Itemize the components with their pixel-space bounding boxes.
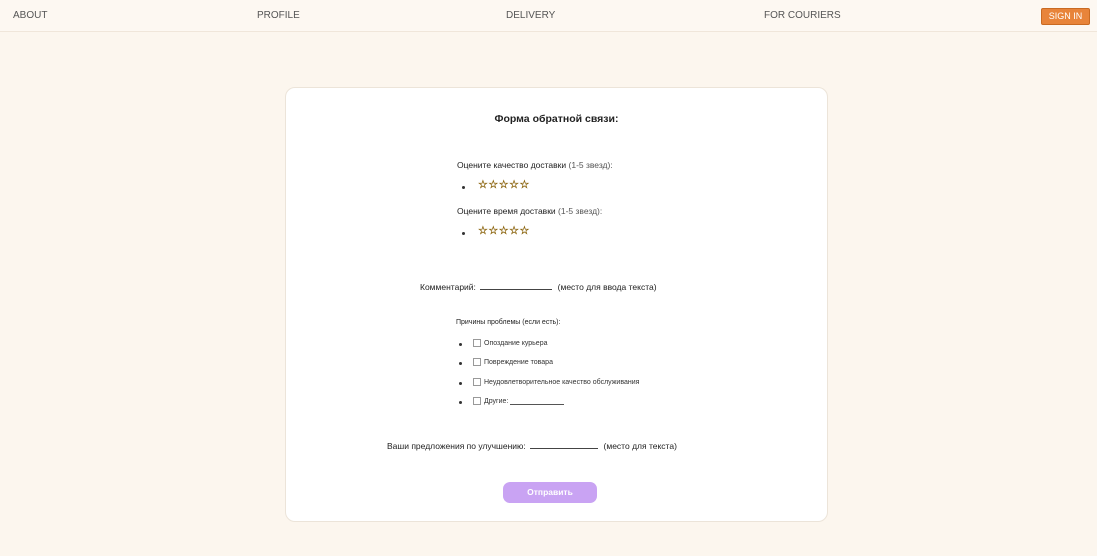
bullet-icon xyxy=(459,401,462,404)
reason-courier-late: Опоздание курьера xyxy=(473,339,547,347)
suggestions-hint: (место для текста) xyxy=(603,441,677,451)
nav-profile-link[interactable]: PROFILE xyxy=(257,10,300,21)
suggestions-input[interactable] xyxy=(530,441,599,449)
bullet-icon xyxy=(462,186,465,189)
time-rating-question: Оцените время доставки xyxy=(457,206,556,216)
reason-other-checkbox[interactable] xyxy=(473,397,481,405)
suggestions-label: Ваши предложения по улучшению: xyxy=(387,441,526,451)
reason-other: Другие: xyxy=(473,397,565,405)
reason-poor-service: Неудовлетворительное качество обслуживан… xyxy=(473,378,639,386)
reason-other-input[interactable] xyxy=(510,398,565,405)
quality-rating-question: Оцените качество доставки xyxy=(457,160,567,170)
reason-courier-late-checkbox[interactable] xyxy=(473,339,481,347)
quality-rating-label: Оцените качество доставки (1-5 звезд): xyxy=(457,160,613,170)
problem-reasons-title: Причины проблемы (если есть): xyxy=(456,319,561,326)
top-navigation: ABOUT PROFILE DELIVERY FOR COURIERS SIGN… xyxy=(0,0,1097,32)
time-rating-hint: (1-5 звезд): xyxy=(558,206,603,216)
quality-star-rating[interactable]: ☆☆☆☆☆ xyxy=(478,178,530,191)
form-title: Форма обратной связи: xyxy=(494,113,619,125)
time-rating-label: Оцените время доставки (1-5 звезд): xyxy=(457,206,602,216)
bullet-icon xyxy=(462,232,465,235)
time-star-rating[interactable]: ☆☆☆☆☆ xyxy=(478,224,530,237)
comment-hint: (место для ввода текста) xyxy=(557,282,657,292)
nav-about-link[interactable]: ABOUT xyxy=(13,10,47,21)
reason-label: Повреждение товара xyxy=(484,358,553,366)
comment-field: Комментарий: (место для ввода текста) xyxy=(420,282,657,292)
reason-label: Другие: xyxy=(484,397,509,405)
reason-damage-checkbox[interactable] xyxy=(473,358,481,366)
reason-damage: Повреждение товара xyxy=(473,358,553,366)
comment-input[interactable] xyxy=(480,282,553,290)
bullet-icon xyxy=(459,382,462,385)
reason-label: Опоздание курьера xyxy=(484,339,548,347)
sign-in-button[interactable]: SIGN IN xyxy=(1041,8,1090,25)
comment-label: Комментарий: xyxy=(420,282,476,292)
nav-delivery-link[interactable]: DELIVERY xyxy=(506,10,555,21)
reason-poor-service-checkbox[interactable] xyxy=(473,378,481,386)
submit-button[interactable]: Отправить xyxy=(503,482,597,503)
quality-rating-hint: (1-5 звезд): xyxy=(568,160,613,170)
nav-for-couriers-link[interactable]: FOR COURIERS xyxy=(764,10,841,21)
feedback-form-card: Форма обратной связи: Оцените качество д… xyxy=(285,87,828,522)
reason-label: Неудовлетворительное качество обслуживан… xyxy=(484,378,640,386)
bullet-icon xyxy=(459,362,462,365)
bullet-icon xyxy=(459,343,462,346)
suggestions-field: Ваши предложения по улучшению: (место дл… xyxy=(387,441,677,451)
